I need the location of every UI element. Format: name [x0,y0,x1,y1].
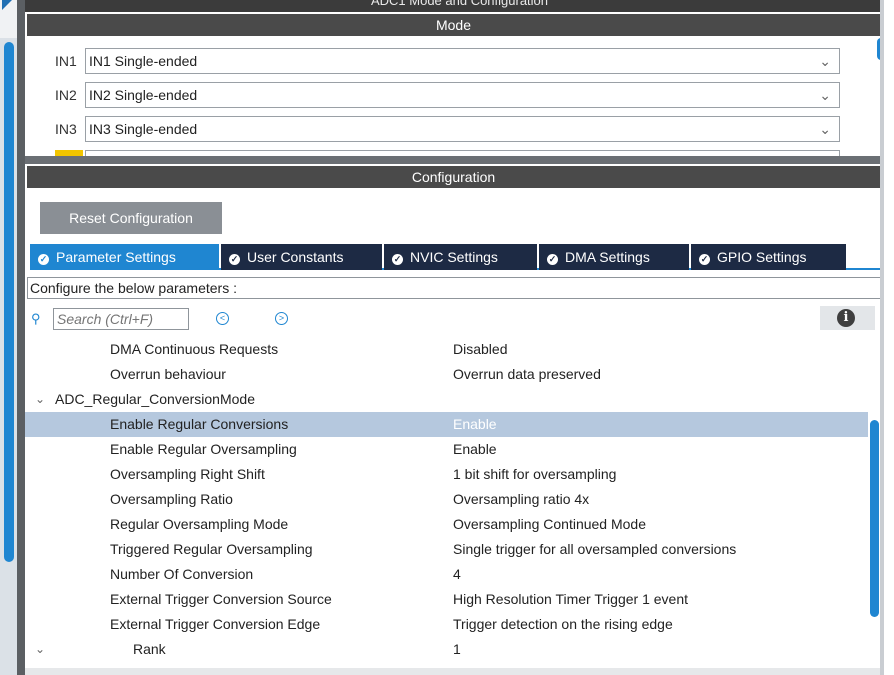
mode-section: IN1 IN1 Single-ended ⌄ IN2 IN2 Single-en… [25,38,894,156]
param-name: Triggered Regular Oversampling [110,541,313,557]
tab-gpio-settings-label: GPIO Settings [717,249,807,265]
tab-gpio-settings[interactable]: ✓ GPIO Settings [691,244,846,270]
left-panel-scrollbar[interactable] [4,42,14,562]
param-value: Oversampling ratio 4x [453,491,590,507]
param-value: Enable [453,441,497,457]
mode-select-in3[interactable]: IN3 Single-ended ⌄ [85,116,840,142]
mode-select-in3-value: IN3 Single-ended [89,121,198,137]
param-row[interactable]: Triggered Regular Oversampling Single tr… [25,537,869,562]
info-button[interactable]: i [820,306,875,330]
mode-row-in1: IN1 IN1 Single-ended ⌄ [55,48,845,74]
param-name: Enable Regular Conversions [110,416,289,432]
tab-user-constants[interactable]: ✓ User Constants [221,244,382,270]
param-name: Regular Oversampling Mode [110,516,289,532]
param-row[interactable]: Oversampling Right Shift 1 bit shift for… [25,462,869,487]
right-panel-edge [880,0,894,675]
panel-splitter[interactable] [17,0,25,675]
tab-nvic-settings-label: NVIC Settings [410,249,498,265]
app-root: ADC1 Mode and Configuration Mode IN1 IN1… [0,0,894,675]
param-name: DMA Continuous Requests [110,341,279,357]
tab-nvic-settings[interactable]: ✓ NVIC Settings [384,244,537,270]
param-value: Enable [453,416,497,432]
param-group-name: ADC_Regular_ConversionMode [55,391,255,407]
param-value: Trigger detection on the rising edge [453,616,673,632]
tab-dma-settings-label: DMA Settings [565,249,650,265]
chevron-down-icon[interactable]: ⌄ [35,637,45,662]
param-row[interactable]: Enable Regular Oversampling Enable [25,437,869,462]
mode-label-in1: IN1 [55,53,77,69]
adc-config-panel: ADC1 Mode and Configuration Mode IN1 IN1… [25,0,894,675]
configuration-section: Reset Configuration ✓ Parameter Settings … [25,188,894,675]
param-value: Single trigger for all oversampled conve… [453,541,737,557]
param-value: 1 [453,641,461,657]
param-row[interactable]: Overrun behaviour Overrun data preserved [25,362,869,387]
chevron-down-icon[interactable]: ⌄ [35,387,45,412]
mode-header: Mode [27,14,880,36]
section-splitter[interactable] [25,156,894,164]
param-row[interactable]: Number Of Conversion 4 [25,562,869,587]
param-group-row[interactable]: ⌄ Rank 1 [25,637,869,662]
check-circle-icon: ✓ [38,254,49,265]
tab-dma-settings[interactable]: ✓ DMA Settings [539,244,689,270]
param-value: Overrun data preserved [453,366,601,382]
configuration-header: Configuration [27,166,880,188]
param-row-selected[interactable]: Enable Regular Conversions Enable [25,412,869,437]
bottom-edge [25,668,880,675]
panel-title: ADC1 Mode and Configuration [25,0,894,12]
search-icon[interactable]: ⚲ [31,311,41,327]
info-icon: i [837,309,855,327]
param-name: Enable Regular Oversampling [110,441,297,457]
tab-parameter-settings[interactable]: ✓ Parameter Settings [30,244,219,270]
parameter-list: DMA Continuous Requests Disabled Overrun… [25,337,869,675]
mode-label-in3: IN3 [55,121,77,137]
tab-parameter-settings-label: Parameter Settings [56,249,176,265]
param-value: High Resolution Timer Trigger 1 event [453,591,688,607]
mode-select-in1[interactable]: IN1 Single-ended ⌄ [85,48,840,74]
reset-configuration-button[interactable]: Reset Configuration [40,202,222,234]
param-group-name: Rank [133,641,166,657]
chevron-down-icon: ⌄ [819,87,831,103]
param-value: Disabled [453,341,508,357]
search-input[interactable] [53,308,189,330]
param-name: External Trigger Conversion Source [110,591,332,607]
param-row[interactable]: Oversampling Ratio Oversampling ratio 4x [25,487,869,512]
param-name: Oversampling Ratio [110,491,233,507]
parameter-scrollbar-thumb[interactable] [870,420,879,617]
param-name: Overrun behaviour [110,366,226,382]
mode-select-in2-value: IN2 Single-ended [89,87,198,103]
config-tabs: ✓ Parameter Settings ✓ User Constants ✓ NVI… [30,244,885,270]
param-value: Oversampling Continued Mode [453,516,646,532]
param-value: 4 [453,566,461,582]
mode-select-in2[interactable]: IN2 Single-ended ⌄ [85,82,840,108]
search-bar: ⚲ < > i [25,306,881,332]
mode-label-in2: IN2 [55,87,77,103]
right-panel-border [880,0,884,675]
param-group-row[interactable]: ⌄ ADC_Regular_ConversionMode [25,387,869,412]
previous-icon[interactable]: < [216,312,229,325]
check-circle-icon: ✓ [547,254,558,265]
mode-select-in1-value: IN1 Single-ended [89,53,198,69]
param-row[interactable]: External Trigger Conversion Source High … [25,587,869,612]
mode-row-in2: IN2 IN2 Single-ended ⌄ [55,82,845,108]
param-value: 1 bit shift for oversampling [453,466,617,482]
check-circle-icon: ✓ [229,254,240,265]
param-name: External Trigger Conversion Edge [110,616,321,632]
mode-row-in3: IN3 IN3 Single-ended ⌄ [55,116,845,142]
param-name: Oversampling Right Shift [110,466,265,482]
tab-user-constants-label: User Constants [247,249,344,265]
chevron-down-icon: ⌄ [819,121,831,137]
param-name: Number Of Conversion [110,566,254,582]
configure-hint: Configure the below parameters : [27,277,883,299]
param-row[interactable]: External Trigger Conversion Edge Trigger… [25,612,869,637]
param-row[interactable]: Regular Oversampling Mode Oversampling C… [25,512,869,537]
chevron-down-icon: ⌄ [819,53,831,69]
param-row[interactable]: DMA Continuous Requests Disabled [25,337,869,362]
check-circle-icon: ✓ [392,254,403,265]
check-circle-icon: ✓ [699,254,710,265]
next-icon[interactable]: > [275,312,288,325]
